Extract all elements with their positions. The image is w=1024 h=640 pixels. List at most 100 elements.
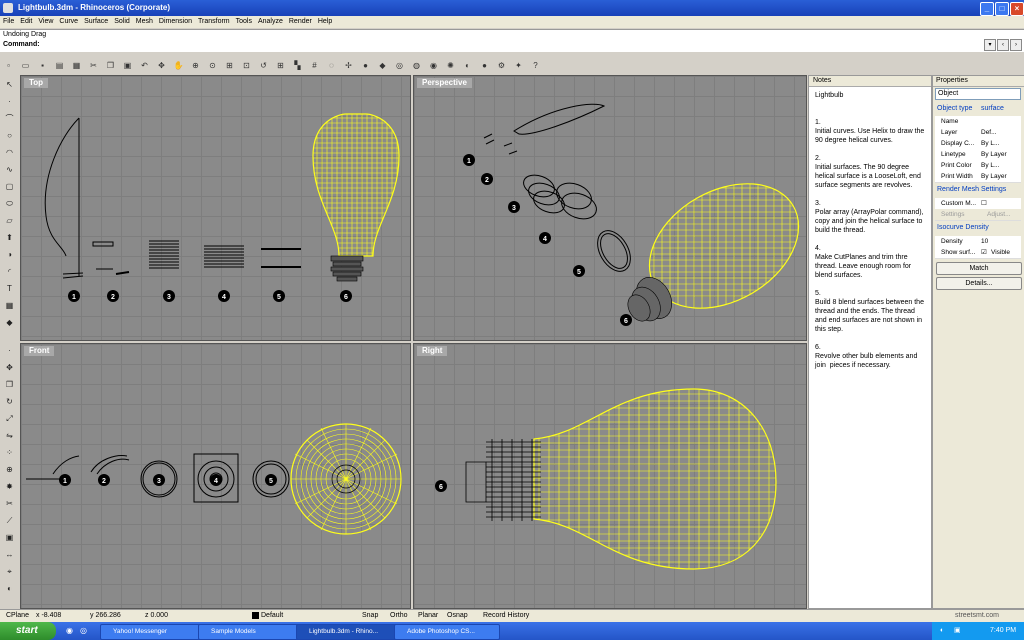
shaded-icon[interactable]: ◍	[409, 58, 424, 73]
tray-network-icon[interactable]: ▣	[954, 622, 961, 640]
undo-icon[interactable]: ↶	[137, 58, 152, 73]
menu-edit[interactable]: Edit	[17, 16, 35, 28]
visible-checkbox-icon[interactable]: ☑	[981, 247, 987, 258]
boolean-icon[interactable]: ◑	[3, 248, 16, 261]
details-button[interactable]: Details...	[936, 277, 1022, 290]
viewport-front[interactable]: Front 1 2 3 4 5	[20, 343, 411, 609]
task-photoshop[interactable]: Adobe Photoshop CS...	[394, 624, 500, 640]
adjust-button[interactable]: Adjust...	[987, 209, 1010, 220]
current-layer[interactable]: Default	[261, 610, 283, 622]
viewport-front-title[interactable]: Front	[24, 346, 55, 356]
cplane-icon[interactable]: ▚	[290, 58, 305, 73]
menu-transform[interactable]: Transform	[195, 16, 233, 28]
zoom-selected-icon[interactable]: ⊡	[239, 58, 254, 73]
new-icon[interactable]: ▫	[1, 58, 16, 73]
menu-mesh[interactable]: Mesh	[133, 16, 156, 28]
mesh-icon[interactable]: ▦	[3, 299, 16, 312]
viewport-perspective-title[interactable]: Perspective	[417, 78, 472, 88]
array-icon[interactable]: ⁘	[3, 446, 16, 459]
menu-analyze[interactable]: Analyze	[255, 16, 286, 28]
settings-button[interactable]: Settings	[941, 209, 965, 220]
menu-view[interactable]: View	[35, 16, 56, 28]
mirror-icon[interactable]: ⇋	[3, 429, 16, 442]
grid-icon[interactable]: #	[307, 58, 322, 73]
zoom-extents-icon[interactable]: ⊞	[222, 58, 237, 73]
zoom-window-icon[interactable]: ⊙	[205, 58, 220, 73]
help-icon[interactable]: ?	[528, 58, 543, 73]
record-history-toggle[interactable]: Record History	[483, 610, 529, 622]
density-value[interactable]: 10	[981, 236, 988, 247]
select-arrow-icon[interactable]: ↖	[3, 78, 16, 91]
quicklaunch-icon[interactable]: ◉	[66, 626, 73, 635]
menu-tools[interactable]: Tools	[233, 16, 255, 28]
pan-icon[interactable]: ✥	[154, 58, 169, 73]
polyline-icon[interactable]: ⌒	[3, 112, 16, 125]
viewport-perspective[interactable]: Perspective 1 2 3 4 5 6	[413, 75, 807, 341]
planar-toggle[interactable]: Planar	[418, 610, 438, 622]
cut-icon[interactable]: ✂	[86, 58, 101, 73]
surface-icon[interactable]: ▱	[3, 214, 16, 227]
options-icon[interactable]: ⚙	[494, 58, 509, 73]
task-rhino[interactable]: Lightbulb.3dm - Rhino...	[296, 624, 402, 640]
rotate-view-icon[interactable]: ✋	[171, 58, 186, 73]
show-surface-row[interactable]: Show surf... ☑ Visible	[935, 247, 1021, 259]
ortho-toggle[interactable]: Ortho	[390, 610, 408, 622]
open-icon[interactable]: ▭	[18, 58, 33, 73]
render-sphere-icon[interactable]: ●	[477, 58, 492, 73]
text-icon[interactable]: T	[3, 282, 16, 295]
task-sample-models[interactable]: Sample Models	[198, 624, 304, 640]
menu-dimension[interactable]: Dimension	[156, 16, 195, 28]
four-viewports-icon[interactable]: ⊞	[273, 58, 288, 73]
command-dropdown-icon[interactable]: ▾	[984, 39, 996, 51]
menu-surface[interactable]: Surface	[81, 16, 111, 28]
rendered-icon[interactable]: ◉	[426, 58, 441, 73]
menu-solid[interactable]: Solid	[111, 16, 133, 28]
import-icon[interactable]: ▦	[69, 58, 84, 73]
light-icon[interactable]: ●	[358, 58, 373, 73]
menu-file[interactable]: File	[0, 16, 17, 28]
extrude-icon[interactable]: ⬆	[3, 231, 16, 244]
snap-toggle[interactable]: Snap	[362, 610, 378, 622]
scale-icon[interactable]: ⤢	[3, 412, 16, 425]
custom-mesh-checkbox-icon[interactable]: ☐	[981, 198, 987, 209]
trim-icon[interactable]: ✂	[3, 497, 16, 510]
circle-icon[interactable]: ○	[3, 129, 16, 142]
zoom-dynamic-icon[interactable]: ⊕	[188, 58, 203, 73]
viewport-top[interactable]: Top 1 2 3 4 5 6	[20, 75, 411, 341]
explode-icon[interactable]: ✸	[3, 480, 16, 493]
maximize-button[interactable]: □	[995, 2, 1009, 16]
undo-view-icon[interactable]: ↺	[256, 58, 271, 73]
properties-selector[interactable]: Object	[935, 88, 1021, 100]
paste-icon[interactable]: ▣	[120, 58, 135, 73]
minimize-button[interactable]: _	[980, 2, 994, 16]
join-icon[interactable]: ⊕	[3, 463, 16, 476]
rotate-icon[interactable]: ↻	[3, 395, 16, 408]
curve-icon[interactable]: ∿	[3, 163, 16, 176]
cylinder-icon[interactable]: ⬭	[3, 197, 16, 210]
quicklaunch-browser-icon[interactable]: ◎	[80, 626, 87, 635]
tools-icon[interactable]: ✦	[511, 58, 526, 73]
move-icon[interactable]: ✥	[3, 361, 16, 374]
viewport-right[interactable]: Right 6	[413, 343, 807, 609]
prop-row-print-width[interactable]: Print Width By Layer	[935, 171, 1021, 183]
group-icon[interactable]: ▣	[3, 531, 16, 544]
tray-volume-icon[interactable]: ◐	[940, 622, 944, 640]
render-icon[interactable]: ◐	[460, 58, 475, 73]
wireframe-icon[interactable]: ◎	[392, 58, 407, 73]
color-wheel-icon[interactable]: ✺	[443, 58, 458, 73]
fillet-icon[interactable]: ◜	[3, 265, 16, 278]
solid-box-icon[interactable]: ◆	[3, 316, 16, 329]
layer-icon[interactable]: ◆	[375, 58, 390, 73]
menu-render[interactable]: Render	[286, 16, 315, 28]
render-tool-icon[interactable]: ◐	[3, 582, 16, 595]
split-icon[interactable]: ⟋	[3, 514, 16, 527]
save-icon[interactable]: ▪	[35, 58, 50, 73]
arc-icon[interactable]: ◠	[3, 146, 16, 159]
print-icon[interactable]: ▤	[52, 58, 67, 73]
viewport-right-title[interactable]: Right	[417, 346, 448, 356]
command-prev-icon[interactable]: ‹	[997, 39, 1009, 51]
dimension-icon[interactable]: ↔	[3, 548, 16, 561]
command-next-icon[interactable]: ›	[1010, 39, 1022, 51]
notes-text[interactable]: Lightbulb 1. Initial curves. Use Helix t…	[809, 87, 931, 374]
start-button[interactable]: start	[0, 622, 56, 640]
